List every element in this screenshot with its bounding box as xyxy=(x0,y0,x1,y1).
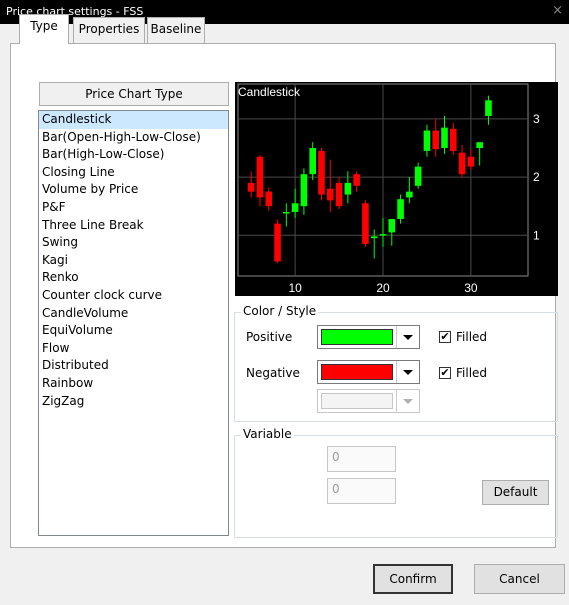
candle-body xyxy=(414,166,422,186)
list-item[interactable]: Closing Line xyxy=(39,164,228,182)
disabled-color-swatch xyxy=(321,393,393,409)
candle-body xyxy=(450,128,457,151)
candlestick-chart: Candlestick 10 20 30 1 2 3 xyxy=(237,83,540,295)
list-item[interactable]: EquiVolume xyxy=(39,322,228,340)
candle-body xyxy=(291,203,299,212)
variable-input-1: 0 xyxy=(327,446,396,472)
negative-label: Negative xyxy=(246,366,300,380)
list-item[interactable]: Kagi xyxy=(39,252,228,270)
variable-input-2: 0 xyxy=(327,478,396,504)
confirm-button[interactable]: Confirm xyxy=(373,564,453,594)
positive-color-swatch xyxy=(321,329,393,345)
candle-body xyxy=(353,174,360,186)
x-tick-label: 30 xyxy=(464,281,478,295)
list-item[interactable]: ZigZag xyxy=(39,393,228,411)
chevron-down-icon xyxy=(396,390,419,412)
candle-body xyxy=(326,188,334,201)
candle-body xyxy=(274,223,281,262)
candle-body xyxy=(283,212,290,214)
candle-body xyxy=(441,127,448,148)
candle-body xyxy=(309,148,316,175)
candle-body xyxy=(256,156,264,198)
x-tick-label: 20 xyxy=(376,281,390,295)
list-item[interactable]: Bar(Open-High-Low-Close) xyxy=(39,129,228,147)
candle-body xyxy=(397,199,404,219)
list-item[interactable]: Distributed xyxy=(39,357,228,375)
tab-properties[interactable]: Properties xyxy=(73,17,145,43)
chart-title: Candlestick xyxy=(238,85,301,99)
chevron-down-icon[interactable] xyxy=(396,326,419,348)
candle-body xyxy=(265,191,273,207)
negative-filled-checkbox[interactable]: ✔ xyxy=(439,367,451,379)
candle-body xyxy=(344,182,352,195)
list-item[interactable]: Candlestick xyxy=(39,111,228,129)
candle-body xyxy=(485,100,492,116)
candle-body xyxy=(423,130,431,151)
cancel-button[interactable]: Cancel xyxy=(474,564,565,594)
list-item[interactable]: Flow xyxy=(39,340,228,358)
list-item[interactable]: P&F xyxy=(39,199,228,217)
y-tick-label: 3 xyxy=(533,112,540,126)
positive-color-picker[interactable] xyxy=(317,325,420,349)
candle-body xyxy=(467,156,475,167)
tab-baseline[interactable]: Baseline xyxy=(147,17,205,43)
chevron-down-icon[interactable] xyxy=(396,361,419,383)
positive-filled-label: Filled xyxy=(456,330,488,344)
chart-type-list[interactable]: Candlestick Bar(Open-High-Low-Close) Bar(H… xyxy=(38,110,229,536)
negative-color-swatch xyxy=(321,364,393,380)
negative-filled-label: Filled xyxy=(456,366,488,380)
close-icon[interactable]: × xyxy=(552,3,563,18)
candle-body xyxy=(300,174,308,207)
tab-properties-label: Properties xyxy=(78,22,140,36)
negative-color-picker[interactable] xyxy=(317,360,420,384)
list-header: Price Chart Type xyxy=(39,82,229,106)
candle-body xyxy=(318,150,325,195)
tab-baseline-label: Baseline xyxy=(150,22,202,36)
disabled-color-picker xyxy=(317,389,420,413)
list-item[interactable]: Three Line Break xyxy=(39,217,228,235)
x-tick-label: 10 xyxy=(288,281,302,295)
list-item[interactable]: Bar(High-Low-Close) xyxy=(39,146,228,164)
candle-body xyxy=(406,191,413,198)
list-item[interactable]: CandleVolume xyxy=(39,305,228,323)
chart-preview: Candlestick 10 20 30 1 2 3 xyxy=(235,82,558,296)
color-style-legend: Color / Style xyxy=(241,304,319,318)
candle-body xyxy=(388,218,396,233)
positive-label: Positive xyxy=(246,330,293,344)
candle-body xyxy=(379,234,387,236)
candle-body xyxy=(432,130,440,150)
positive-filled-checkbox[interactable]: ✔ xyxy=(439,331,451,343)
list-item[interactable]: Volume by Price xyxy=(39,181,228,199)
default-button[interactable]: Default xyxy=(482,480,549,505)
tab-type-label: Type xyxy=(30,19,58,33)
list-item[interactable]: Swing xyxy=(39,234,228,252)
variable-legend: Variable xyxy=(241,427,294,441)
candle-body xyxy=(370,236,378,239)
candle-body xyxy=(362,203,369,244)
list-item[interactable]: Rainbow xyxy=(39,375,228,393)
list-item[interactable]: Counter clock curve xyxy=(39,287,228,305)
candle-body xyxy=(458,152,466,175)
list-item[interactable]: Renko xyxy=(39,269,228,287)
candle-body xyxy=(247,182,255,192)
tab-type[interactable]: Type xyxy=(19,14,69,44)
y-tick-label: 1 xyxy=(533,228,540,242)
candle-body xyxy=(476,142,483,148)
candle-body xyxy=(335,182,343,207)
y-tick-label: 2 xyxy=(533,170,540,184)
